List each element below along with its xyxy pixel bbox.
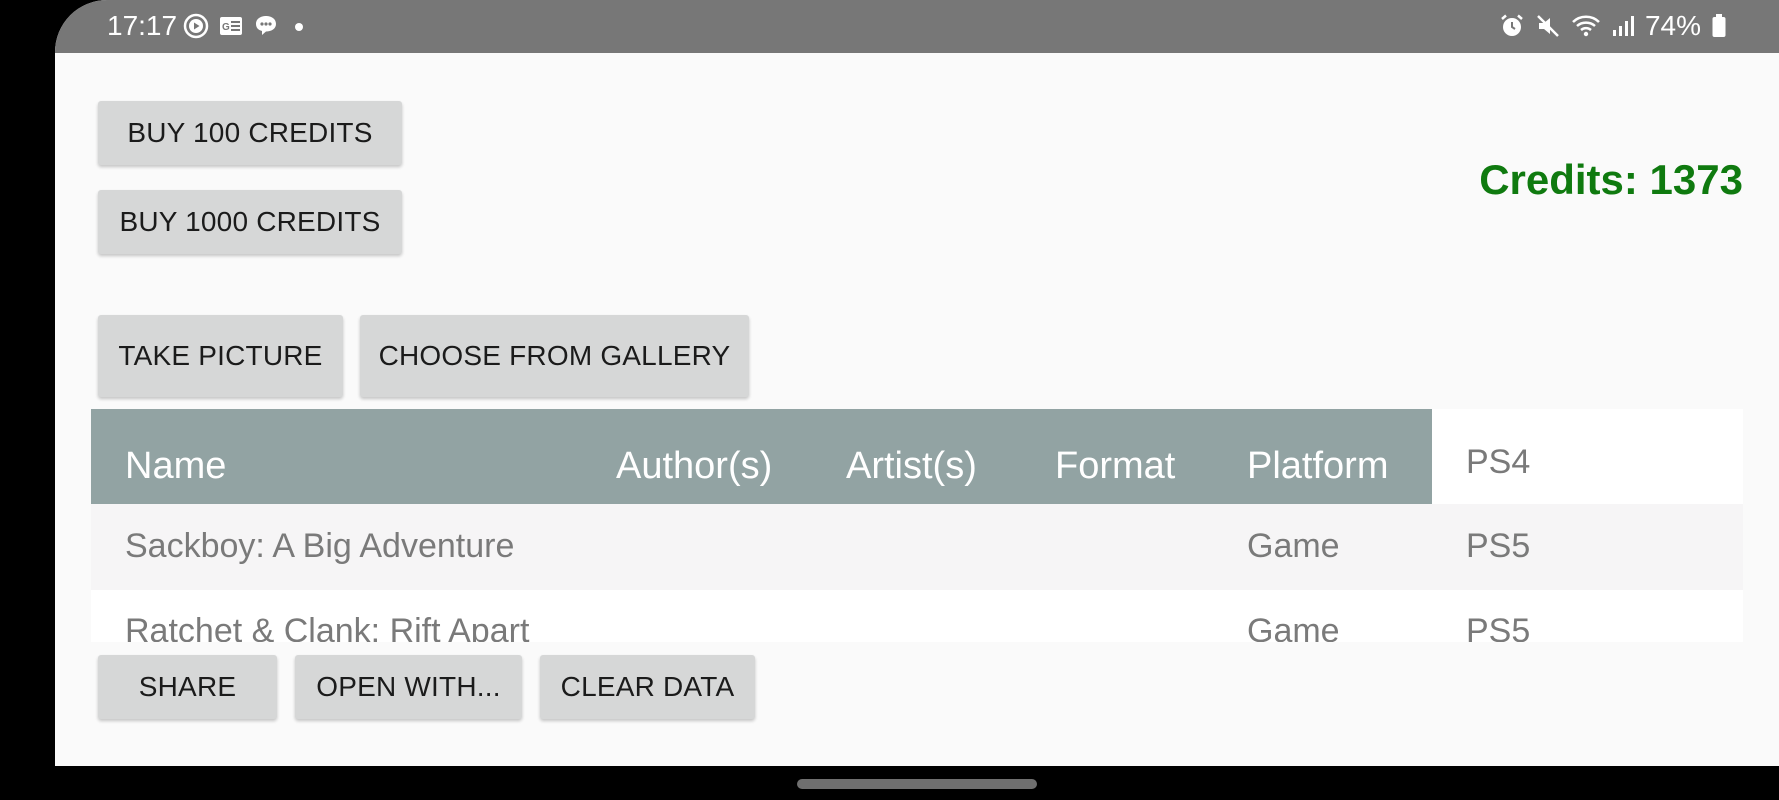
credits-balance: Credits: 1373: [1479, 156, 1743, 203]
column-header-platform[interactable]: Platform: [1247, 444, 1388, 488]
alarm-icon: [1499, 13, 1525, 39]
status-notification-icons: G: [183, 11, 309, 41]
clear-data-button[interactable]: CLEAR DATA: [540, 655, 755, 719]
share-button[interactable]: SHARE: [98, 655, 277, 719]
wifi-icon: [1571, 13, 1601, 39]
mute-icon: [1535, 13, 1561, 39]
table-cell-platform: PS4: [1466, 443, 1531, 481]
column-header-authors[interactable]: Author(s): [616, 444, 772, 488]
table-cell-platform: PS5: [1466, 527, 1531, 565]
status-system-icons: 74%: [1499, 10, 1727, 42]
play-circle-icon: [183, 13, 209, 39]
table-cell-name: Sackboy: A Big Adventure: [125, 527, 515, 565]
open-with-button[interactable]: OPEN WITH...: [295, 655, 522, 719]
table-cell-format: Game: [1247, 527, 1340, 565]
status-bar: 17:17 G 74%: [55, 0, 1779, 53]
status-time: 17:17: [107, 10, 178, 41]
app-screen: 17:17 G 74% BUY 100 CREDITS BUY 1000 CRE…: [55, 0, 1779, 766]
column-header-name[interactable]: Name: [125, 444, 226, 488]
svg-text:G: G: [222, 22, 230, 33]
column-header-artists[interactable]: Artist(s): [846, 444, 977, 488]
take-picture-button[interactable]: TAKE PICTURE: [98, 315, 343, 397]
dot-icon: [289, 16, 309, 36]
chat-bubble-icon: [253, 13, 279, 39]
ge-badge-icon: G: [219, 16, 243, 36]
column-header-format[interactable]: Format: [1055, 444, 1175, 488]
device-frame: 17:17 G 74% BUY 100 CREDITS BUY 1000 CRE…: [0, 0, 1779, 800]
table-cell-platform: PS5: [1466, 612, 1531, 642]
buy-1000-credits-button[interactable]: BUY 1000 CREDITS: [98, 190, 402, 254]
table-cell-format: Game: [1247, 612, 1340, 642]
table-cell-name: Ratchet & Clank: Rift Apart: [125, 612, 530, 642]
home-indicator[interactable]: [797, 779, 1037, 789]
buy-100-credits-button[interactable]: BUY 100 CREDITS: [98, 101, 402, 165]
choose-from-gallery-button[interactable]: CHOOSE FROM GALLERY: [360, 315, 749, 397]
battery-percent: 74%: [1644, 10, 1701, 41]
battery-icon: [1711, 13, 1727, 39]
signal-icon: [1611, 14, 1635, 38]
data-table[interactable]: Name Author(s) Artist(s) Format Platform…: [91, 409, 1743, 642]
